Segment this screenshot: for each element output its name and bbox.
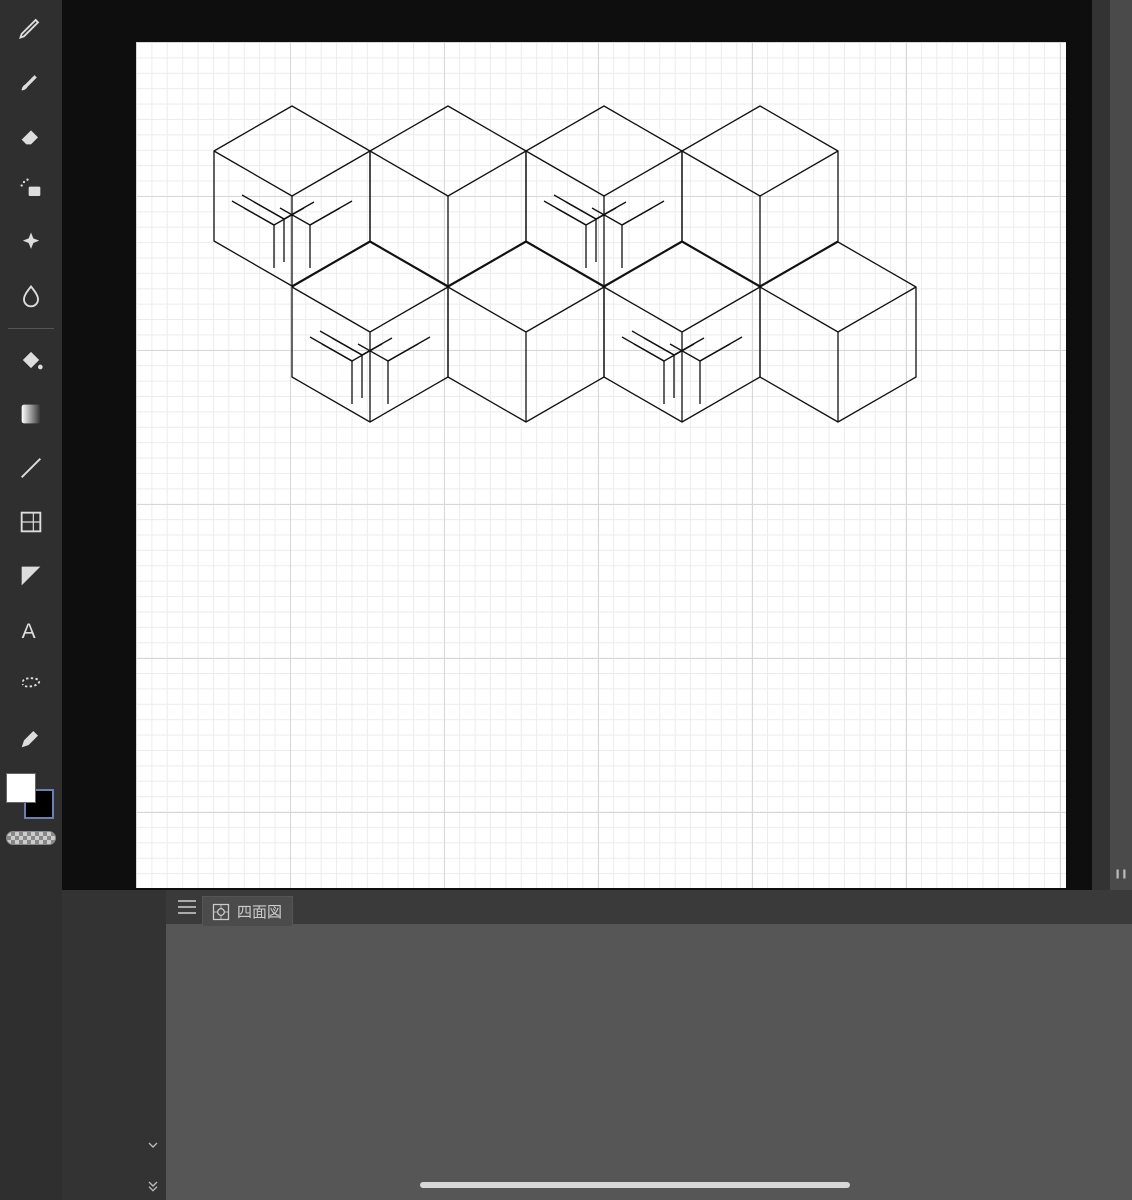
toolbar: A — [0, 0, 62, 1200]
chevron-double-down-icon — [145, 1178, 161, 1194]
line-tool-icon — [17, 454, 45, 482]
text-tool[interactable]: A — [0, 603, 62, 657]
camera-box-icon — [211, 902, 231, 922]
panel-menu-button[interactable] — [178, 900, 196, 914]
tab-four-view[interactable]: 四面図 — [202, 896, 293, 926]
lasso-tool[interactable] — [0, 657, 62, 711]
color-picker-tool-icon — [17, 724, 45, 752]
eraser-tool-icon — [17, 121, 45, 149]
sparkle-tool-icon — [17, 229, 45, 257]
blend-tool[interactable] — [0, 270, 62, 324]
airbrush-tool-icon — [17, 175, 45, 203]
foreground-color-swatch[interactable] — [6, 773, 36, 803]
eraser-tool[interactable] — [0, 108, 62, 162]
text-tool-icon: A — [17, 616, 45, 644]
toolbar-divider — [8, 328, 54, 329]
bucket-tool-icon — [17, 346, 45, 374]
canvas-grid — [136, 42, 1066, 888]
lasso-tool-icon — [17, 670, 45, 698]
gradient-tool-icon — [17, 400, 45, 428]
airbrush-tool[interactable] — [0, 162, 62, 216]
pen-tool-icon — [17, 13, 45, 41]
bucket-tool[interactable] — [0, 333, 62, 387]
scroll-handle-icon — [1112, 865, 1130, 883]
gradient-tool[interactable] — [0, 387, 62, 441]
tab-label: 四面図 — [237, 901, 282, 922]
brush-tool[interactable] — [0, 54, 62, 108]
frame-tool[interactable] — [0, 495, 62, 549]
svg-text:A: A — [22, 620, 36, 643]
transparency-strip[interactable] — [6, 831, 56, 845]
color-swatches — [0, 769, 62, 829]
pen-tool[interactable] — [0, 0, 62, 54]
color-picker-tool[interactable] — [0, 711, 62, 765]
sparkle-tool[interactable] — [0, 216, 62, 270]
horizontal-scrollbar-thumb[interactable] — [420, 1182, 850, 1188]
brush-tool-icon — [17, 67, 45, 95]
right-gutter — [1110, 0, 1132, 890]
lower-viewport[interactable] — [166, 924, 1132, 1200]
chevron-down-icon — [145, 1137, 161, 1153]
scroll-down-button[interactable] — [1110, 858, 1132, 890]
blend-tool-icon — [17, 283, 45, 311]
frame-tool-icon — [17, 508, 45, 536]
collapse-down-button[interactable] — [142, 1135, 164, 1155]
shape-tool-icon — [17, 562, 45, 590]
collapse-double-down-button[interactable] — [142, 1176, 164, 1196]
line-tool[interactable] — [0, 441, 62, 495]
shape-tool[interactable] — [0, 549, 62, 603]
vertical-scrollbar-track[interactable] — [1092, 0, 1110, 890]
canvas-page[interactable] — [136, 42, 1066, 888]
